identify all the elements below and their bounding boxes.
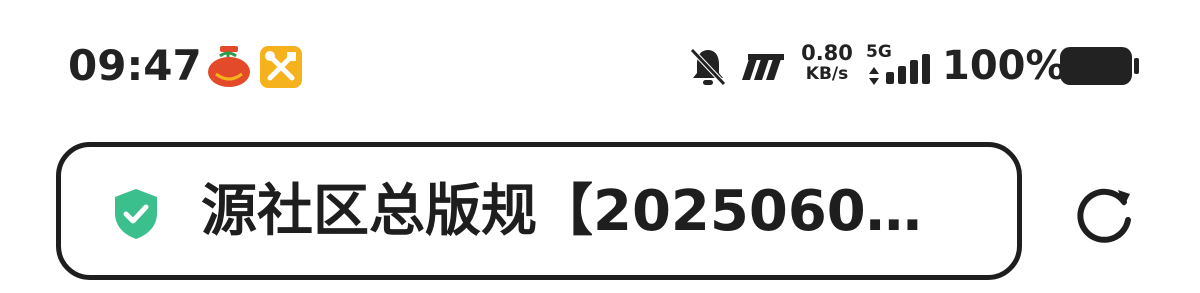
data-arrows-icon bbox=[869, 67, 879, 85]
browser-screen: 09:47 0.80 KB/s 5G 100% 源社区总版规【2025060… bbox=[0, 0, 1200, 293]
battery-percent: 100% bbox=[942, 43, 1066, 89]
signal-icon bbox=[886, 54, 930, 84]
battery-icon bbox=[1060, 47, 1139, 85]
network-speed-value: 0.80 bbox=[801, 41, 853, 65]
tools-app-icon bbox=[260, 46, 302, 88]
network-speed-unit: KB/s bbox=[805, 64, 849, 84]
refresh-icon[interactable] bbox=[1074, 186, 1138, 246]
mi-icon bbox=[742, 54, 784, 80]
status-bar: 09:47 0.80 KB/s 5G 100% bbox=[0, 0, 1200, 120]
network-speed: 0.80 KB/s bbox=[798, 42, 856, 84]
shield-check-icon bbox=[115, 189, 157, 239]
page-title[interactable]: 源社区总版规【2025060… bbox=[201, 179, 971, 245]
tomato-app-icon bbox=[208, 46, 250, 87]
bell-muted-icon bbox=[690, 48, 726, 86]
status-time: 09:47 bbox=[68, 41, 202, 90]
address-bar[interactable]: 源社区总版规【2025060… bbox=[56, 142, 1022, 280]
